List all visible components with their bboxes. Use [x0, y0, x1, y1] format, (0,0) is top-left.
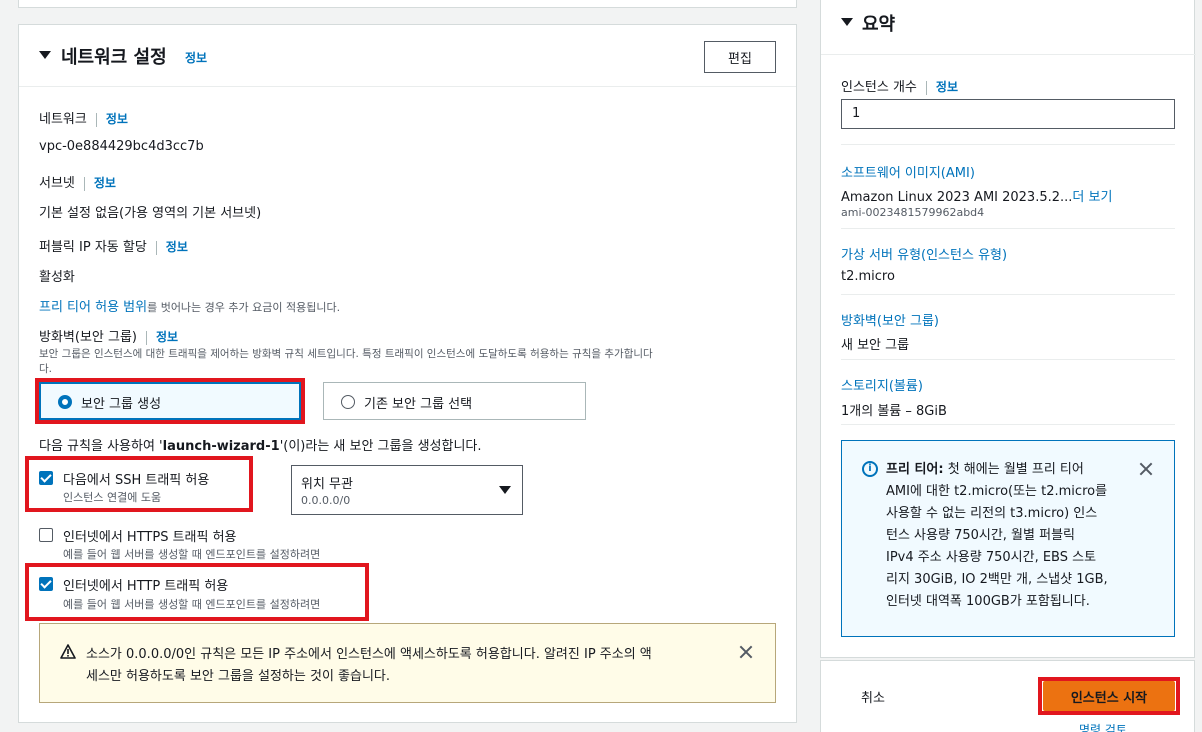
instance-count-info-link[interactable]: 정보 — [936, 80, 958, 94]
network-value: vpc-0e884429bc4d3cc7b — [39, 139, 204, 154]
network-label-row: 네트워크 정보 — [39, 108, 128, 127]
subnet-value: 기본 설정 없음(가용 영역의 기본 서브넷) — [39, 206, 262, 221]
storage-link[interactable]: 스토리지(볼륨) — [841, 375, 923, 394]
network-label: 네트워크 — [39, 112, 87, 127]
radio-create-security-group[interactable]: 보안 그룹 생성 — [39, 382, 301, 420]
free-tier-note-text: 를 벗어나는 경우 추가 요금이 적용됩니다. — [147, 301, 341, 314]
edit-button[interactable]: 편집 — [704, 41, 776, 73]
subnet-label: 서브넷 — [39, 176, 75, 191]
radio-existing-label: 기존 보안 그룹 선택 — [364, 397, 473, 412]
free-tier-link[interactable]: 프리 티어 허용 범위 — [39, 300, 147, 315]
rule-note-prefix: 다음 규칙을 사용하여 ' — [39, 439, 163, 454]
rule-note: 다음 규칙을 사용하여 'launch-wizard-1'(이)라는 새 보안 … — [39, 435, 482, 454]
warning-icon — [60, 644, 76, 659]
instance-count-label: 인스턴스 개수 — [841, 80, 917, 95]
radio-create-indicator[interactable] — [58, 395, 72, 409]
subnet-label-row: 서브넷 정보 — [39, 172, 116, 191]
instance-type-link[interactable]: 가상 서버 유형(인스턴스 유형) — [841, 244, 1007, 263]
summary-firewall-value: 새 보안 그룹 — [841, 338, 910, 353]
firewall-description-line2: 다. — [39, 363, 52, 375]
ami-id: ami-0023481579962abd4 — [841, 206, 985, 219]
instance-count-label-row: 인스턴스 개수 정보 — [841, 76, 958, 95]
firewall-label-row: 방화벽(보안 그룹) 정보 — [39, 326, 178, 345]
free-tier-line7: 인터넷 대역폭 100GB가 포함됩니다. — [886, 594, 1090, 609]
summary-panel: 요약 인스턴스 개수 정보 1 소프트웨어 이미지(AMI) Amazon Lin… — [820, 0, 1196, 658]
radio-existing-security-group[interactable]: 기존 보안 그룹 선택 — [323, 382, 586, 420]
network-settings-info-link[interactable]: 정보 — [185, 49, 207, 66]
divider-1 — [841, 144, 1175, 145]
warning-text-line2: 세스만 허용하도록 보안 그룹을 설정하는 것이 좋습니다. — [86, 669, 391, 684]
divider-2 — [841, 228, 1175, 229]
free-tier-line4: 턴스 사용량 750시간, 월별 퍼블릭 — [886, 528, 1075, 543]
ami-link[interactable]: 소프트웨어 이미지(AMI) — [841, 162, 975, 181]
https-label: 인터넷에서 HTTPS 트래픽 허용 — [63, 530, 237, 545]
summary-footer: 취소 인스턴스 시작 명령 검토 — [820, 660, 1195, 732]
free-tier-info-box: i 프리 티어: 첫 해에는 월별 프리 티어 AMI에 대한 t2.micro… — [841, 440, 1175, 637]
firewall-description-line1: 보안 그룹은 인스턴스에 대한 트래픽을 제어하는 방화벽 규칙 세트입니다. … — [39, 348, 653, 360]
instance-type-value: t2.micro — [841, 269, 895, 284]
close-free-tier-icon[interactable] — [1139, 462, 1153, 476]
ssh-label: 다음에서 SSH 트래픽 허용 — [63, 473, 210, 488]
free-tier-title: 프리 티어: — [886, 462, 944, 477]
network-settings-header: 네트워크 설정 정보 편집 — [19, 25, 796, 87]
free-tier-line1: 첫 해에는 월별 프리 티어 — [947, 462, 1084, 477]
free-tier-line2: AMI에 대한 t2.micro(또는 t2.micro를 — [886, 484, 1108, 499]
http-checkbox[interactable] — [39, 577, 53, 591]
previous-panel-bottom — [18, 0, 797, 8]
ami-value-row: Amazon Linux 2023 AMI 2023.5.2...더 보기 — [841, 186, 1112, 205]
chevron-down-icon — [499, 486, 511, 494]
ssh-description: 인스턴스 연결에 도움 — [63, 491, 162, 504]
network-info-link[interactable]: 정보 — [106, 112, 128, 126]
public-ip-info-link[interactable]: 정보 — [166, 240, 188, 254]
public-ip-label-row: 퍼블릭 IP 자동 할당 정보 — [39, 236, 188, 255]
free-tier-line5: IPv4 주소 사용량 750시간, EBS 스토 — [886, 550, 1097, 565]
ssh-source-select[interactable]: 위치 무관 0.0.0.0/0 — [291, 465, 523, 515]
ami-value: Amazon Linux 2023 AMI 2023.5.2... — [841, 190, 1073, 205]
free-tier-line6: 리지 30GiB, IO 2백만 개, 스냅샷 1GB, — [886, 572, 1108, 587]
collapse-caret-icon[interactable] — [39, 51, 51, 59]
https-description: 예를 들어 웹 서버를 생성할 때 엔드포인트를 설정하려면 — [63, 548, 321, 561]
free-tier-info-text: 프리 티어: 첫 해에는 월별 프리 티어 AMI에 대한 t2.micro(또… — [886, 459, 1126, 613]
http-label: 인터넷에서 HTTP 트래픽 허용 — [63, 579, 229, 594]
summary-firewall-link[interactable]: 방화벽(보안 그룹) — [841, 310, 939, 329]
launch-instance-button[interactable]: 인스턴스 시작 — [1043, 681, 1175, 711]
storage-value: 1개의 볼륨 – 8GiB — [841, 404, 947, 419]
warning-alert: 소스가 0.0.0.0/0인 규칙은 모든 IP 주소에서 인스턴스에 액세스하… — [39, 623, 776, 703]
public-ip-label: 퍼블릭 IP 자동 할당 — [39, 240, 147, 255]
network-settings-panel: 네트워크 설정 정보 편집 네트워크 정보 vpc-0e884429bc4d3cc… — [18, 24, 797, 723]
rule-note-suffix: '(이)라는 새 보안 그룹을 생성합니다. — [279, 439, 482, 454]
free-tier-note: 프리 티어 허용 범위를 벗어나는 경우 추가 요금이 적용됩니다. — [39, 296, 340, 315]
radio-create-label: 보안 그룹 생성 — [81, 397, 162, 412]
network-settings-title: 네트워크 설정 — [61, 47, 167, 68]
ssh-checkbox[interactable] — [39, 471, 53, 485]
summary-divider — [821, 54, 1196, 55]
cancel-button[interactable]: 취소 — [861, 687, 885, 706]
firewall-info-link[interactable]: 정보 — [156, 330, 178, 344]
rule-note-name: launch-wizard-1 — [162, 439, 280, 454]
summary-collapse-caret-icon[interactable] — [841, 18, 853, 26]
warning-text-line1: 소스가 0.0.0.0/0인 규칙은 모든 IP 주소에서 인스턴스에 액세스하… — [86, 647, 652, 662]
divider-3 — [841, 294, 1175, 295]
http-description: 예를 들어 웹 서버를 생성할 때 엔드포인트를 설정하려면 — [63, 598, 321, 611]
close-warning-icon[interactable] — [739, 645, 753, 659]
summary-title: 요약 — [862, 14, 896, 35]
free-tier-line3: 사용할 수 없는 리전의 t3.micro) 인스 — [886, 506, 1098, 521]
instance-count-input[interactable]: 1 — [841, 99, 1175, 129]
info-icon: i — [862, 461, 878, 477]
ssh-source-cidr: 0.0.0.0/0 — [301, 494, 351, 507]
radio-existing-indicator[interactable] — [341, 395, 355, 409]
ami-more-link[interactable]: 더 보기 — [1072, 190, 1112, 205]
subnet-info-link[interactable]: 정보 — [94, 176, 116, 190]
review-commands-link[interactable]: 명령 검토 — [1079, 721, 1127, 732]
divider-5 — [841, 424, 1175, 425]
public-ip-value: 활성화 — [39, 270, 75, 285]
firewall-label: 방화벽(보안 그룹) — [39, 330, 137, 345]
https-checkbox[interactable] — [39, 528, 53, 542]
ssh-source-value: 위치 무관 — [301, 477, 353, 492]
divider-4 — [841, 359, 1175, 360]
